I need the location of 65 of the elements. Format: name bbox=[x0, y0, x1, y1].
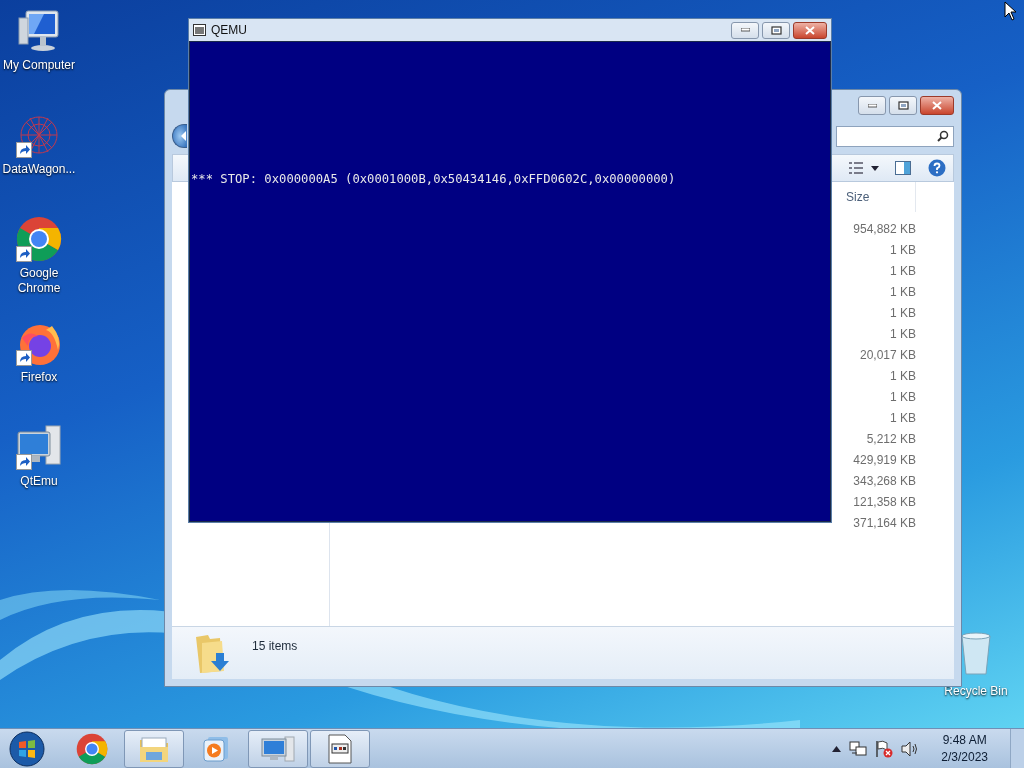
list-view-icon bbox=[849, 162, 863, 174]
window-title: QEMU bbox=[211, 22, 248, 39]
preview-pane-button[interactable] bbox=[893, 159, 913, 177]
taskbar-button[interactable] bbox=[310, 729, 370, 768]
flag-error-icon bbox=[875, 739, 894, 758]
taskbar-button[interactable] bbox=[124, 729, 184, 768]
stop-error-text: *** STOP: 0x000000A5 (0x0001000B,0x50434146,0xFFD0602C,0x00000000) bbox=[191, 172, 676, 186]
search-icon bbox=[937, 130, 949, 142]
start-button[interactable] bbox=[6, 729, 48, 768]
play-icon bbox=[202, 734, 230, 763]
minimize-button[interactable] bbox=[731, 21, 759, 39]
item-count-text: 15 items bbox=[252, 638, 298, 655]
file-size-text: 1 KB bbox=[890, 305, 916, 322]
file-size-text: 429,919 KB bbox=[853, 452, 916, 469]
network-icon bbox=[849, 740, 868, 757]
windows-logo-icon bbox=[9, 730, 45, 767]
document-icon bbox=[327, 733, 353, 764]
desktop-icon-label[interactable]: My Computer bbox=[1, 58, 77, 73]
file-size-text: 954,882 KB bbox=[853, 221, 916, 238]
chrome-icon bbox=[76, 732, 108, 765]
close-icon bbox=[805, 25, 815, 35]
desktop-icon-label[interactable]: DataWagon... bbox=[1, 162, 77, 177]
file-size-text: 121,358 KB bbox=[853, 494, 916, 511]
maximize-button[interactable] bbox=[889, 96, 917, 115]
desktop-icon-label[interactable]: Google Chrome bbox=[1, 266, 77, 296]
back-button[interactable] bbox=[172, 124, 187, 148]
file-size-text: 1 KB bbox=[890, 410, 916, 427]
view-options-button[interactable] bbox=[849, 162, 879, 174]
window-icon bbox=[193, 24, 206, 36]
clock[interactable]: 9:48 AM 2/3/2023 bbox=[941, 731, 988, 766]
close-icon bbox=[932, 101, 942, 110]
dropdown-caret-icon bbox=[871, 165, 879, 171]
file-size-text: 371,164 KB bbox=[853, 515, 916, 532]
minimize-button[interactable] bbox=[858, 96, 886, 115]
file-size-text: 1 KB bbox=[890, 389, 916, 406]
recycle-bin-icon bbox=[960, 630, 992, 676]
file-size-text: 343,268 KB bbox=[853, 473, 916, 490]
help-icon bbox=[928, 159, 946, 177]
file-size-text: 20,017 KB bbox=[859, 347, 916, 364]
left-arrow-icon bbox=[180, 131, 187, 141]
search-field[interactable] bbox=[836, 125, 954, 147]
file-size-text: 1 KB bbox=[890, 284, 916, 301]
restore-icon bbox=[770, 25, 782, 35]
desktop-icon-label[interactable]: Firefox bbox=[1, 370, 77, 385]
minimize-icon bbox=[740, 28, 750, 32]
minimize-icon bbox=[867, 103, 877, 108]
file-size-text: 1 KB bbox=[890, 242, 916, 259]
computer-icon bbox=[261, 734, 295, 763]
file-size-text: 5,212 KB bbox=[866, 431, 916, 448]
close-button[interactable] bbox=[793, 21, 827, 39]
folder-download-icon bbox=[194, 633, 232, 675]
help-button[interactable] bbox=[927, 158, 947, 178]
column-header[interactable]: Size bbox=[836, 188, 870, 206]
file-size-text: 1 KB bbox=[890, 263, 916, 280]
close-button[interactable] bbox=[920, 96, 954, 115]
file-size-text: 1 KB bbox=[890, 326, 916, 343]
desktop-icon-label[interactable]: QtEmu bbox=[1, 474, 77, 489]
file-size-text: 1 KB bbox=[890, 368, 916, 385]
maximize-button[interactable] bbox=[762, 21, 790, 39]
taskbar-button[interactable] bbox=[248, 729, 308, 768]
speaker-icon bbox=[901, 740, 920, 757]
restore-icon bbox=[897, 101, 909, 110]
mouse-cursor-icon bbox=[1004, 1, 1017, 21]
preview-pane-icon bbox=[895, 161, 911, 175]
show-hidden-icons-icon bbox=[832, 745, 842, 752]
